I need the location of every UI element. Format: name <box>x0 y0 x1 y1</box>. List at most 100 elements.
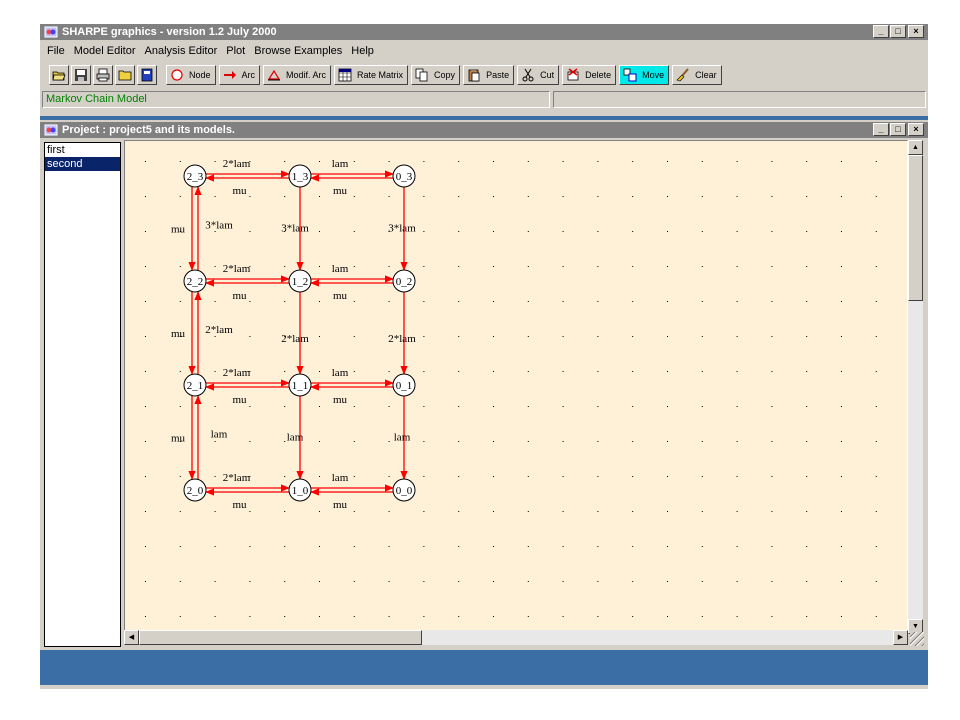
scroll-right-button[interactable]: ▶ <box>893 630 908 645</box>
copy-button[interactable]: Copy <box>411 65 461 85</box>
grid-dot <box>632 301 634 302</box>
menu-item-browse-examples[interactable]: Browse Examples <box>254 45 342 57</box>
horizontal-scroll-thumb[interactable] <box>139 630 422 645</box>
markov-chain-graph[interactable]: 2*lam mu lam mu 2*lam mu lam mu 2*lam mu lam mu 2*la… <box>125 141 908 634</box>
grid-dot <box>319 196 320 197</box>
grid-dot <box>841 441 842 442</box>
grid-dot <box>771 406 773 407</box>
grid-dot <box>145 336 146 337</box>
cut-button[interactable]: Cut <box>517 65 560 85</box>
grid-dot <box>632 406 634 407</box>
grid-dot <box>597 616 599 617</box>
clear-button[interactable]: Clear <box>672 65 722 85</box>
close-button[interactable]: × <box>908 25 924 38</box>
arc-rate-label: mu <box>171 328 186 340</box>
minimize-button[interactable]: _ <box>873 25 889 38</box>
node-button[interactable]: Node <box>166 65 216 85</box>
grid-dot <box>353 581 355 582</box>
arc-rate-label: lam <box>394 432 411 444</box>
menu-item-help[interactable]: Help <box>351 45 374 57</box>
scroll-left-button[interactable]: ◀ <box>124 630 139 645</box>
grid-dot <box>736 301 738 302</box>
grid-dot <box>527 266 529 267</box>
move-button[interactable]: Move <box>619 65 670 85</box>
rate-matrix-button[interactable]: Rate Matrix <box>334 65 409 85</box>
grid-dot <box>353 231 355 232</box>
grid-dot <box>771 161 773 162</box>
horizontal-scrollbar[interactable]: ◀ ▶ <box>124 630 908 645</box>
grid-dot <box>458 581 460 582</box>
grid-dot <box>388 441 390 442</box>
grid-dot <box>632 196 634 197</box>
scroll-up-button[interactable]: ▲ <box>908 140 923 155</box>
vertical-scroll-thumb[interactable] <box>908 155 923 301</box>
grid-dot <box>458 161 460 162</box>
arc-button[interactable]: Arc <box>218 65 261 85</box>
grid-dot <box>701 476 703 477</box>
grid-dot <box>562 476 564 477</box>
arc-rate-label: 2*lam <box>223 367 251 379</box>
resize-grip-icon[interactable] <box>910 632 924 646</box>
print-button[interactable] <box>93 65 113 85</box>
grid-dot <box>841 546 842 547</box>
modif-arc-button[interactable]: Modif. Arc <box>263 65 332 85</box>
grid-dot <box>527 196 529 197</box>
menu-item-model-editor[interactable]: Model Editor <box>74 45 136 57</box>
maximize-button[interactable]: □ <box>890 25 906 38</box>
paste-button[interactable]: Paste <box>463 65 515 85</box>
toolbar: Node Arc Modif. Arc Rate Matrix Copy Pas… <box>49 64 725 86</box>
project-close-button[interactable]: × <box>908 123 924 136</box>
grid-dot <box>736 196 738 197</box>
grid-dot <box>284 616 286 617</box>
grid-dot <box>562 406 564 407</box>
grid-dot <box>562 511 564 512</box>
menu-item-plot[interactable]: Plot <box>226 45 245 57</box>
grid-dot <box>423 616 425 617</box>
model-canvas[interactable]: 2*lam mu lam mu 2*lam mu lam mu 2*lam mu lam mu 2*la… <box>124 140 908 634</box>
grid-dot <box>458 546 460 547</box>
grid-dot <box>771 231 773 232</box>
main-title-bar[interactable]: SHARPE graphics - version 1.2 July 2000 … <box>40 24 928 40</box>
grid-dot <box>388 581 390 582</box>
grid-dot <box>771 616 773 617</box>
grid-dot <box>145 266 146 267</box>
grid-dot <box>388 371 390 372</box>
new-folder-button[interactable] <box>115 65 135 85</box>
grid-dot <box>527 441 529 442</box>
project-minimize-button[interactable]: _ <box>873 123 889 136</box>
delete-button[interactable]: Delete <box>562 65 617 85</box>
model-list-item-first[interactable]: first <box>45 143 120 157</box>
grid-dot <box>875 441 877 442</box>
grid-dot <box>458 406 460 407</box>
grid-dot <box>284 581 286 582</box>
project-title-bar[interactable]: Project : project5 and its models. _ □ × <box>40 122 928 138</box>
grid-dot <box>388 161 390 162</box>
vertical-scrollbar[interactable]: ▲ ▼ <box>908 140 923 634</box>
menu-item-file[interactable]: File <box>47 45 65 57</box>
paste-button-label: Paste <box>486 70 510 80</box>
open-button[interactable] <box>49 65 69 85</box>
grid-dot <box>701 371 703 372</box>
grid-dot <box>353 511 355 512</box>
project-maximize-button[interactable]: □ <box>890 123 906 136</box>
grid-dot <box>145 511 146 512</box>
save-button[interactable] <box>71 65 91 85</box>
grid-dot <box>701 301 703 302</box>
broom-icon <box>676 68 690 82</box>
grid-dot <box>527 371 529 372</box>
grid-dot <box>562 231 564 232</box>
state-node-label: 0_2 <box>396 276 413 288</box>
grid-dot <box>145 231 146 232</box>
model-list-item-second[interactable]: second <box>45 157 120 171</box>
copy-icon <box>415 68 429 82</box>
book-button[interactable] <box>137 65 157 85</box>
menu-item-analysis-editor[interactable]: Analysis Editor <box>145 45 218 57</box>
grid-dot <box>841 301 842 302</box>
grid-dot <box>527 511 529 512</box>
grid-dot <box>423 406 425 407</box>
grid-dot <box>701 441 703 442</box>
grid-dot <box>145 196 146 197</box>
grid-dot <box>353 371 355 372</box>
grid-dot <box>493 161 494 162</box>
grid-dot <box>841 196 842 197</box>
